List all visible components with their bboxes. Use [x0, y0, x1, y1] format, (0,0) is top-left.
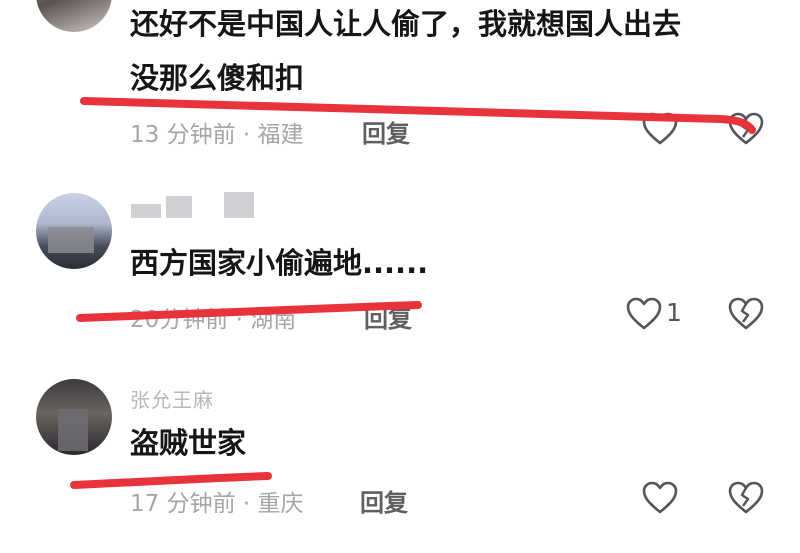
username-blur: [224, 192, 254, 218]
comment-meta: 20分钟前 · 湖南: [130, 300, 296, 334]
reply-button[interactable]: 回复: [364, 299, 412, 334]
avatar[interactable]: [36, 0, 112, 32]
comment-time: 20分钟前: [130, 307, 229, 333]
like-count: 1: [666, 298, 682, 327]
broken-heart-icon[interactable]: [728, 112, 764, 146]
comment-text: 西方国家小偷遍地......: [130, 246, 429, 280]
comment-location: 福建: [257, 122, 304, 148]
username[interactable]: 张允王麻: [130, 384, 214, 413]
reply-button[interactable]: 回复: [360, 483, 408, 518]
comment-meta: 17 分钟前 · 重庆: [130, 484, 304, 518]
comment-text-continued: 没那么傻和扣: [130, 61, 305, 95]
meta-separator: ·: [242, 491, 258, 517]
comment-time: 17 分钟前: [130, 491, 236, 517]
avatar-mosaic: [58, 409, 88, 451]
comment-location: 湖南: [250, 307, 297, 333]
avatar[interactable]: [36, 193, 112, 269]
comment-text: 盗贼世家: [130, 426, 247, 460]
meta-separator: ·: [235, 307, 251, 333]
comment-text: 还好不是中国人让人偷了，我就想国人出去: [130, 7, 682, 41]
username-blur: [166, 196, 192, 218]
heart-icon[interactable]: [642, 481, 678, 515]
comment-time: 13 分钟前: [130, 122, 236, 148]
broken-heart-icon[interactable]: [728, 481, 764, 515]
heart-icon[interactable]: [642, 112, 678, 146]
avatar-mosaic: [48, 227, 94, 253]
broken-heart-icon[interactable]: [728, 297, 764, 331]
meta-separator: ·: [242, 122, 258, 148]
heart-icon[interactable]: [626, 297, 662, 331]
avatar[interactable]: [36, 379, 112, 455]
reply-button[interactable]: 回复: [362, 114, 410, 149]
comment-meta: 13 分钟前 · 福建: [130, 115, 304, 149]
username-blur: [131, 204, 161, 218]
comment-location: 重庆: [257, 491, 304, 517]
